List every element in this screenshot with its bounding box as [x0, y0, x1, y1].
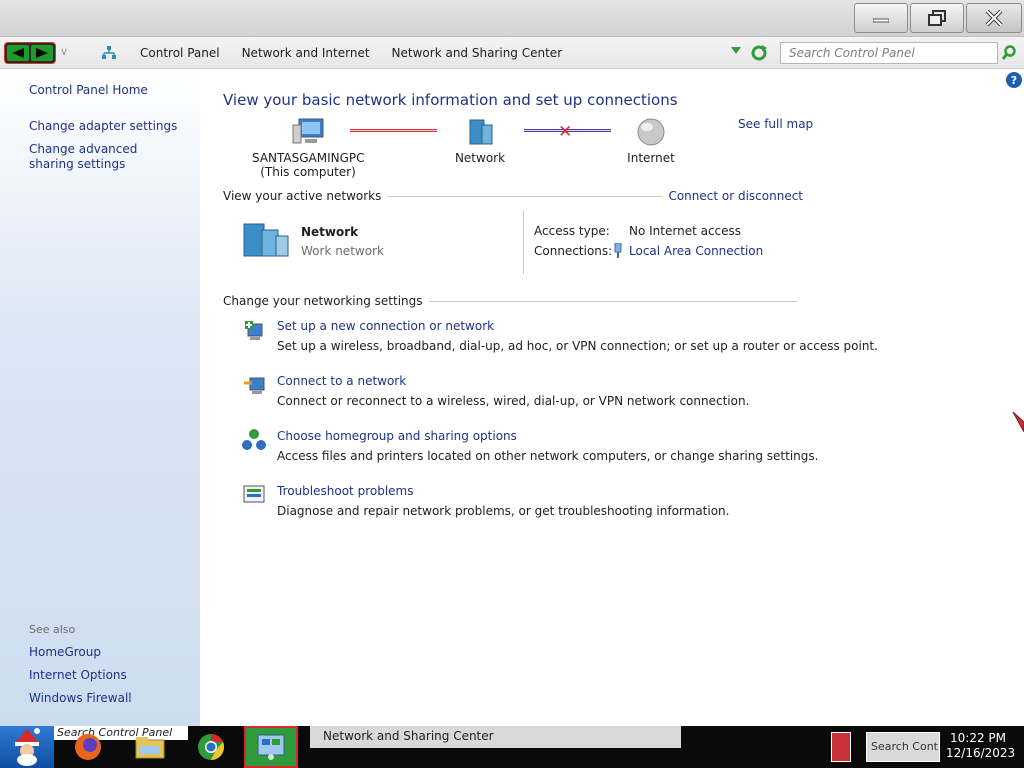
disconnected-x-icon: ✕: [558, 122, 573, 142]
plug-icon: [614, 243, 622, 258]
santa-start-icon: [15, 728, 40, 766]
explorer-icon: [135, 737, 165, 759]
breadcrumb: Control Panel Network and Internet Netwo…: [100, 45, 584, 61]
search-icon[interactable]: [1002, 45, 1016, 61]
title-bar: [0, 0, 1024, 37]
see-also-heading: See also: [29, 623, 76, 636]
recent-pages-dropdown[interactable]: ∨: [60, 45, 68, 58]
connect-or-disconnect-link[interactable]: Connect or disconnect: [668, 189, 803, 203]
active-networks-heading: View your active networks: [223, 189, 382, 203]
back-icon: [12, 48, 24, 58]
task-connect-network-desc: Connect or reconnect to a wireless, wire…: [277, 394, 750, 408]
active-network-name: Network: [301, 225, 359, 239]
access-type-value: No Internet access: [629, 224, 742, 238]
network-details-divider: [523, 210, 524, 274]
sidebar-change-advanced-sharing[interactable]: Change advanced sharing settings: [29, 142, 179, 172]
taskbar-firefox[interactable]: [62, 726, 114, 768]
chrome-icon: [198, 734, 224, 760]
new-connection-icon: [245, 321, 263, 340]
firefox-icon: [75, 734, 101, 760]
see-full-map-link[interactable]: See full map: [738, 117, 813, 131]
computer-subtitle: (This computer): [260, 165, 356, 179]
connection-line-computer-network: [350, 129, 437, 132]
refresh-icon[interactable]: [750, 44, 768, 62]
see-also-windows-firewall[interactable]: Windows Firewall: [29, 691, 132, 706]
networking-settings-heading: Change your networking settings: [223, 294, 423, 308]
task-connect-network[interactable]: Connect to a network: [277, 374, 406, 388]
taskbar-control-panel[interactable]: [244, 726, 298, 768]
forward-icon: [36, 48, 48, 58]
start-button[interactable]: [0, 726, 54, 768]
clock-date: 12/16/2023: [946, 746, 1016, 760]
forward-button[interactable]: [31, 45, 53, 61]
sidebar-control-panel-home[interactable]: Control Panel Home: [29, 83, 148, 98]
map-internet[interactable]: Internet: [620, 117, 682, 165]
crumb-control-panel[interactable]: Control Panel: [140, 46, 220, 60]
restore-button[interactable]: [910, 3, 964, 33]
crumb-network-and-sharing-center[interactable]: Network and Sharing Center: [392, 46, 563, 60]
internet-globe-icon: [637, 118, 665, 146]
sidebar-change-adapter-settings[interactable]: Change adapter settings: [29, 119, 177, 134]
taskbar-chrome[interactable]: [184, 726, 238, 768]
see-also-homegroup[interactable]: HomeGroup: [29, 645, 101, 660]
server-icon[interactable]: [242, 218, 290, 258]
map-network-label: Network: [454, 151, 506, 165]
local-area-connection-link[interactable]: Local Area Connection: [629, 244, 763, 258]
help-icon[interactable]: ?: [1006, 72, 1022, 88]
tray-item-1[interactable]: [831, 732, 851, 762]
address-dropdown-icon[interactable]: [731, 47, 741, 54]
nav-buttons: [4, 42, 56, 64]
computer-icon: [292, 118, 324, 144]
active-networks-header: View your active networks Connect or dis…: [223, 189, 803, 203]
minimize-icon: [873, 18, 889, 23]
task-homegroup-sharing-desc: Access files and printers located on oth…: [277, 449, 819, 463]
close-button[interactable]: [966, 3, 1022, 33]
section-divider: [428, 300, 797, 302]
task-homegroup-sharing[interactable]: Choose homegroup and sharing options: [277, 429, 517, 443]
page-title: View your basic network information and …: [223, 91, 678, 109]
map-internet-label: Internet: [627, 151, 675, 165]
close-icon: [985, 10, 1003, 26]
network-crumb-icon: [102, 46, 116, 59]
access-type-label: Access type:: [534, 224, 610, 238]
back-button[interactable]: [7, 45, 29, 61]
control-panel-app-icon: [257, 734, 285, 760]
map-this-computer[interactable]: SANTASGAMINGPC (This computer): [252, 117, 365, 179]
mouse-cursor-icon: [1012, 412, 1024, 432]
search-input[interactable]: Search Control Panel: [780, 42, 998, 64]
homegroup-icon: [242, 429, 266, 450]
crumb-network-and-internet[interactable]: Network and Internet: [242, 46, 370, 60]
connect-network-icon: [244, 377, 265, 394]
task-setup-connection[interactable]: Set up a new connection or network: [277, 319, 494, 333]
section-divider: [387, 195, 663, 197]
see-also-internet-options[interactable]: Internet Options: [29, 668, 127, 683]
task-troubleshoot-desc: Diagnose and repair network problems, or…: [277, 504, 730, 518]
tray-search-box[interactable]: Search Contro: [866, 732, 940, 762]
clock-time: 10:22 PM: [950, 731, 1006, 745]
main-content: ? View your basic network information an…: [200, 69, 1024, 726]
taskbar: Search Control Panel Network and Sharing…: [0, 726, 1024, 768]
network-icon: [469, 119, 493, 145]
map-network[interactable]: Network: [450, 117, 510, 165]
taskbar-active-window[interactable]: Network and Sharing Center: [310, 726, 681, 748]
task-sidebar: Control Panel Home Change adapter settin…: [0, 69, 200, 726]
maximize-icon: [928, 10, 946, 26]
taskbar-explorer[interactable]: [122, 726, 178, 768]
address-bar: ∨ Control Panel Network and Internet Net…: [0, 37, 1024, 69]
minimize-button[interactable]: [854, 3, 908, 33]
connections-label: Connections:: [534, 244, 613, 258]
networking-settings-header: Change your networking settings: [223, 294, 803, 308]
task-setup-connection-desc: Set up a wireless, broadband, dial-up, a…: [277, 339, 878, 353]
taskbar-clock[interactable]: 10:22 PM 12/16/2023: [946, 731, 1016, 761]
active-network-type[interactable]: Work network: [301, 244, 384, 258]
task-troubleshoot[interactable]: Troubleshoot problems: [277, 484, 413, 498]
troubleshoot-icon: [243, 485, 265, 503]
computer-name: SANTASGAMINGPC: [252, 151, 365, 165]
